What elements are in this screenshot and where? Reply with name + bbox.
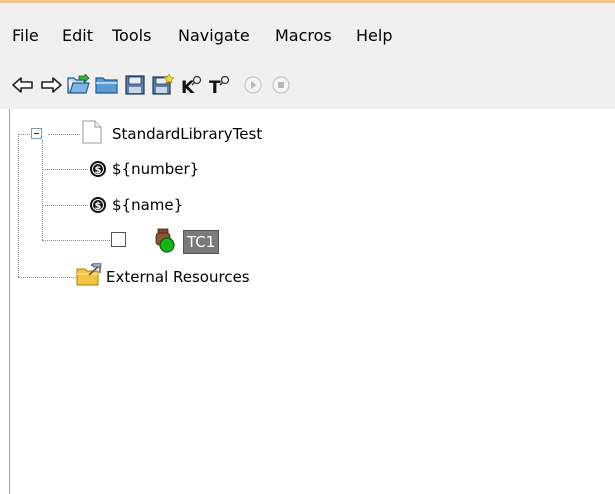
save-button[interactable] — [122, 72, 148, 98]
svg-text:$: $ — [95, 201, 102, 212]
save-all-button[interactable] — [150, 72, 176, 98]
forward-button[interactable] — [38, 72, 64, 98]
save-all-icon — [152, 74, 174, 95]
toolbar: K T — [0, 62, 615, 109]
search-tests-button[interactable]: T — [206, 72, 232, 98]
svg-text:T: T — [209, 78, 221, 96]
tree-node-variable[interactable]: ${name} — [112, 195, 183, 215]
document-icon — [82, 120, 102, 148]
open-folder-button[interactable] — [94, 72, 120, 98]
svg-text:$: $ — [95, 165, 102, 176]
search-keywords-button[interactable]: K — [178, 72, 204, 98]
project-tree[interactable]: StandardLibraryTest $ ${number} $ ${name… — [9, 109, 615, 494]
tree-connector — [18, 134, 19, 277]
tree-connector — [42, 205, 88, 206]
tree-connector — [48, 134, 80, 135]
menu-file[interactable]: File — [12, 25, 39, 47]
back-button[interactable] — [10, 72, 36, 98]
run-icon — [244, 76, 262, 94]
open-directory-icon — [67, 74, 90, 94]
test-case-icon — [153, 228, 177, 258]
folder-icon — [95, 77, 118, 94]
menu-tools[interactable]: Tools — [112, 25, 151, 47]
tree-node-external-resources[interactable]: External Resources — [106, 267, 250, 287]
tree-node-root[interactable]: StandardLibraryTest — [112, 124, 262, 144]
menu-bar: File Edit Tools Navigate Macros Help — [0, 3, 615, 62]
variable-dollar-icon: $ — [89, 160, 107, 182]
tree-connector — [18, 277, 76, 278]
external-resources-icon — [76, 262, 102, 291]
tree-node-variable[interactable]: ${number} — [112, 159, 199, 179]
stop-button[interactable] — [268, 72, 294, 98]
back-arrow-icon — [12, 77, 33, 93]
forward-arrow-icon — [41, 77, 62, 93]
menu-help[interactable]: Help — [356, 25, 392, 47]
tree-connector — [42, 240, 110, 241]
collapse-toggle[interactable] — [31, 128, 42, 139]
variable-dollar-icon: $ — [89, 196, 107, 218]
menu-macros[interactable]: Macros — [275, 25, 332, 47]
test-case-checkbox[interactable] — [111, 232, 126, 247]
menu-edit[interactable]: Edit — [62, 25, 93, 47]
tree-connector — [42, 140, 43, 240]
tree-node-test-case[interactable]: TC1 — [183, 230, 220, 254]
menu-navigate[interactable]: Navigate — [178, 25, 250, 47]
stop-icon — [272, 76, 290, 94]
search-tests-icon: T — [209, 75, 230, 96]
open-directory-button[interactable] — [66, 72, 92, 98]
run-button[interactable] — [240, 72, 266, 98]
svg-text:K: K — [181, 78, 195, 96]
save-icon — [125, 75, 145, 95]
tree-connector — [42, 169, 88, 170]
search-keywords-icon: K — [181, 75, 202, 96]
